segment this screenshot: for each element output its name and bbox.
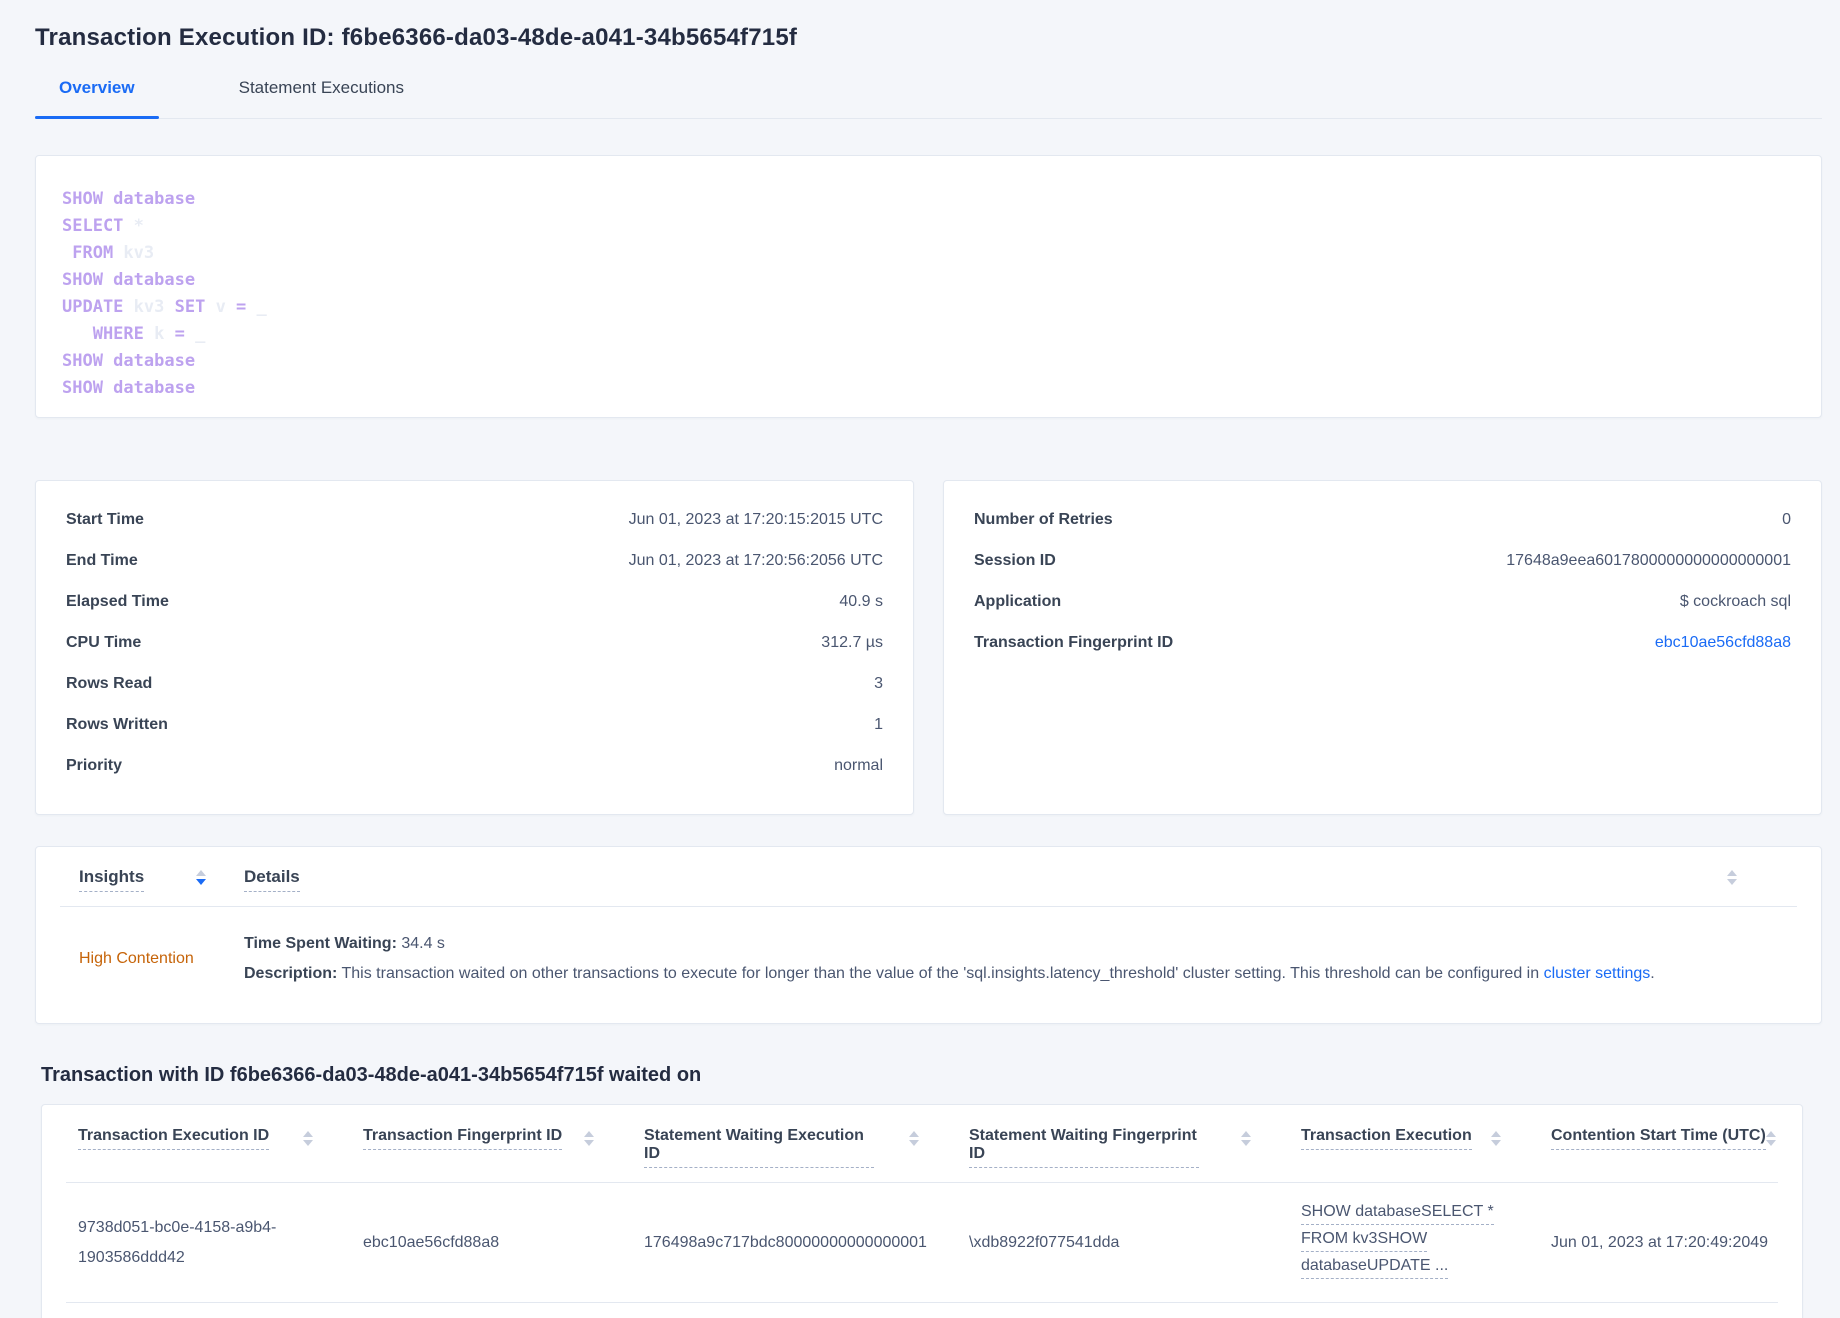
details-column-label[interactable]: Details — [244, 867, 300, 892]
txn-fingerprint-row: Transaction Fingerprint ID ebc10ae56cfd8… — [974, 634, 1791, 658]
end-time-label: End Time — [66, 552, 138, 569]
insight-type-cell: High Contention — [60, 950, 244, 968]
insights-column-label[interactable]: Insights — [79, 867, 145, 892]
cpu-time-value: 312.7 µs — [821, 634, 883, 651]
txn-fingerprint-label: Transaction Fingerprint ID — [974, 634, 1174, 651]
waited-on-table: Transaction Execution ID Transaction Fin… — [41, 1104, 1803, 1318]
table-row: 9738d051-bc0e-4158-a9b4-1903586ddd42 ebc… — [66, 1183, 1778, 1303]
tab-overview[interactable]: Overview — [35, 78, 159, 119]
start-time-value: Jun 01, 2023 at 17:20:15:2015 UTC — [628, 511, 883, 528]
priority-value: normal — [834, 757, 883, 774]
tab-statement-executions[interactable]: Statement Executions — [215, 78, 428, 118]
session-id-value: 17648a9eea6017800000000000000001 — [1506, 552, 1791, 569]
cpu-time-row: CPU Time 312.7 µs — [66, 634, 883, 658]
rows-written-value: 1 — [874, 716, 883, 733]
transaction-execution-cell: SHOW databaseSELECT * FROM kv3SHOW datab… — [1289, 1202, 1539, 1283]
cluster-settings-link[interactable]: cluster settings — [1544, 965, 1651, 982]
waited-on-section-title: Transaction with ID f6be6366-da03-48de-a… — [41, 1064, 702, 1086]
rows-read-value: 3 — [874, 675, 883, 692]
priority-row: Priority normal — [66, 757, 883, 781]
sort-icon[interactable] — [196, 870, 207, 895]
rows-written-row: Rows Written 1 — [66, 716, 883, 740]
statement-waiting-execution-id-cell: 176498a9c717bdc80000000000000001 — [644, 1233, 927, 1251]
application-value: $ cockroach sql — [1679, 593, 1791, 610]
sql-statements: SHOW database SELECT * FROM kv3 SHOW datab… — [35, 155, 1822, 418]
elapsed-time-row: Elapsed Time 40.9 s — [66, 593, 883, 617]
application-row: Application $ cockroach sql — [974, 593, 1791, 617]
col-header-contention-start-time[interactable]: Contention Start Time (UTC) — [1539, 1127, 1778, 1150]
transaction-execution-link[interactable]: SHOW databaseSELECT * — [1301, 1202, 1494, 1225]
sort-icon[interactable] — [1241, 1131, 1251, 1146]
sort-icon[interactable] — [303, 1131, 313, 1146]
insight-row: High Contention Time Spent Waiting: 34.4… — [60, 907, 1797, 1023]
insights-column-header[interactable]: Insights — [60, 867, 244, 892]
rows-read-label: Rows Read — [66, 675, 153, 692]
elapsed-time-value: 40.9 s — [839, 593, 883, 610]
col-header-statement-waiting-fingerprint-id[interactable]: Statement Waiting Fingerprint ID — [957, 1127, 1289, 1168]
sort-icon[interactable] — [1766, 1131, 1776, 1146]
sort-icon[interactable] — [1491, 1131, 1501, 1146]
statement-waiting-fingerprint-id-cell: \xdb8922f077541dda — [969, 1233, 1120, 1251]
transaction-fingerprint-id-cell: ebc10ae56cfd88a8 — [363, 1233, 500, 1251]
txn-fingerprint-link[interactable]: ebc10ae56cfd88a8 — [1655, 634, 1791, 652]
sort-icon[interactable] — [909, 1131, 919, 1146]
session-id-row: Session ID 17648a9eea6017800000000000000… — [974, 552, 1791, 576]
end-time-row: End Time Jun 01, 2023 at 17:20:56:2056 U… — [66, 552, 883, 576]
start-time-row: Start Time Jun 01, 2023 at 17:20:15:2015… — [66, 511, 883, 535]
rows-written-label: Rows Written — [66, 716, 168, 733]
priority-label: Priority — [66, 757, 123, 774]
sort-icon[interactable] — [584, 1131, 594, 1146]
col-header-statement-waiting-execution-id[interactable]: Statement Waiting Execution ID — [632, 1127, 957, 1168]
insights-table-header: Insights Details — [60, 847, 1797, 907]
high-contention-badge: High Contention — [79, 950, 194, 967]
insight-details-cell: Time Spent Waiting: 34.4 s Description: … — [244, 929, 1797, 989]
transaction-details-page: Transaction Execution ID: f6be6366-da03-… — [0, 0, 1840, 1318]
tab-bar: Overview Statement Executions — [35, 78, 1822, 119]
application-label: Application — [974, 593, 1062, 610]
waited-on-table-header: Transaction Execution ID Transaction Fin… — [66, 1105, 1778, 1183]
insights-table: Insights Details High Contention Time Sp… — [35, 846, 1822, 1024]
retries-row: Number of Retries 0 — [974, 511, 1791, 535]
contention-start-time-cell: Jun 01, 2023 at 17:20:49:2049 — [1551, 1233, 1769, 1251]
timing-summary-card: Start Time Jun 01, 2023 at 17:20:15:2015… — [35, 480, 914, 815]
elapsed-time-label: Elapsed Time — [66, 593, 169, 610]
summary-cards: Start Time Jun 01, 2023 at 17:20:15:2015… — [35, 480, 1822, 815]
session-id-label: Session ID — [974, 552, 1056, 569]
col-header-transaction-execution-id[interactable]: Transaction Execution ID — [66, 1127, 351, 1150]
transaction-execution-id-cell: 9738d051-bc0e-4158-a9b4-1903586ddd42 — [78, 1218, 277, 1266]
sort-icon[interactable] — [1727, 870, 1737, 895]
rows-read-row: Rows Read 3 — [66, 675, 883, 699]
retries-label: Number of Retries — [974, 511, 1113, 528]
transaction-execution-link[interactable]: FROM kv3SHOW — [1301, 1229, 1428, 1252]
insight-description-line: Description: This transaction waited on … — [244, 965, 1655, 982]
cpu-time-label: CPU Time — [66, 634, 142, 651]
end-time-value: Jun 01, 2023 at 17:20:56:2056 UTC — [628, 552, 883, 569]
start-time-label: Start Time — [66, 511, 144, 528]
col-header-transaction-fingerprint-id[interactable]: Transaction Fingerprint ID — [351, 1127, 632, 1150]
details-column-header[interactable]: Details — [244, 867, 1797, 892]
page-title: Transaction Execution ID: f6be6366-da03-… — [35, 24, 798, 51]
transaction-execution-link[interactable]: databaseUPDATE ... — [1301, 1256, 1449, 1279]
session-summary-card: Number of Retries 0 Session ID 17648a9ee… — [943, 480, 1822, 815]
col-header-transaction-execution[interactable]: Transaction Execution — [1289, 1127, 1539, 1150]
time-spent-waiting-line: Time Spent Waiting: 34.4 s — [244, 935, 445, 952]
retries-value: 0 — [1782, 511, 1791, 528]
